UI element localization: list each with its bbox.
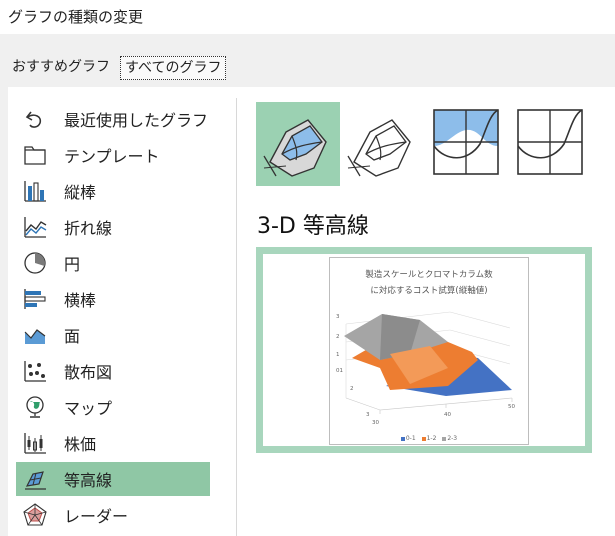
legend-entry: 2-3: [442, 435, 457, 442]
title-bar: グラフの種類の変更: [0, 0, 615, 34]
nav-item-line[interactable]: 折れ線: [16, 210, 210, 244]
nav-item-label: 縦棒: [64, 183, 97, 202]
depth-tick: 30: [372, 420, 379, 426]
depth-tick: 3: [366, 412, 370, 418]
contour-icon: [433, 109, 499, 175]
column-chart-icon: [24, 181, 46, 202]
nav-item-label: マップ: [64, 399, 113, 418]
chart-area: 製造スケールとクロマトカラム数 に対応するコスト試算(縦軸値) 3 2 1 01…: [329, 257, 529, 445]
nav-item-bar[interactable]: 横棒: [16, 282, 210, 316]
bar-chart-icon: [24, 289, 46, 309]
recent-icon: [25, 111, 42, 128]
chart-legend: 0-1 1-2 2-3: [330, 435, 528, 442]
legend-swatch: [442, 436, 447, 441]
nav-item-label: テンプレート: [64, 147, 160, 166]
stock-chart-icon: [24, 433, 46, 454]
x-tick: 50: [508, 404, 515, 410]
nav-item-scatter[interactable]: 散布図: [16, 354, 210, 388]
nav-item-label: 円: [64, 255, 81, 274]
nav-item-label: 横棒: [64, 291, 97, 310]
area-chart-icon: [24, 329, 46, 344]
subtype-contour[interactable]: [424, 102, 508, 186]
z-tick: 2: [336, 334, 340, 340]
3d-surface-icon: [263, 119, 327, 177]
z-tick: 01: [336, 368, 343, 374]
legend-entry: 1-2: [421, 435, 436, 442]
nav-item-label: 等高線: [64, 471, 113, 490]
nav-item-stock[interactable]: 株価: [16, 426, 210, 460]
tab-all-charts[interactable]: すべてのグラフ: [120, 56, 227, 80]
x-tick: 40: [444, 412, 451, 418]
nav-item-column[interactable]: 縦棒: [16, 174, 210, 208]
subtype-3d-surface[interactable]: [256, 102, 340, 186]
3d-wireframe-surface-icon: [347, 119, 411, 177]
nav-item-recent[interactable]: 最近使用したグラフ: [16, 102, 210, 136]
subtype-3d-wireframe[interactable]: [340, 102, 424, 186]
preview-below-area: [256, 460, 592, 536]
legend-swatch: [400, 436, 405, 441]
chart-preview-canvas: 製造スケールとクロマトカラム数 に対応するコスト試算(縦軸値) 3 2 1 01…: [263, 254, 585, 446]
folder-icon: [24, 146, 46, 165]
pane-divider: [236, 98, 237, 536]
nav-item-label: 株価: [64, 435, 97, 454]
pie-chart-icon: [24, 252, 46, 274]
surface-plot: 3 2 1 01 2 3 30 40 50: [336, 311, 515, 426]
legend-swatch: [421, 436, 426, 441]
subtype-title: 3-D 等高線: [257, 214, 369, 239]
nav-item-label: レーダー: [64, 507, 129, 526]
nav-item-label: 面: [64, 327, 81, 346]
nav-item-label: 最近使用したグラフ: [64, 111, 209, 130]
z-tick: 3: [336, 314, 340, 320]
nav-item-surface[interactable]: 等高線: [16, 462, 210, 496]
tab-recommended[interactable]: おすすめグラフ: [8, 56, 114, 78]
subtype-gallery: [256, 102, 592, 186]
chart-preview[interactable]: 製造スケールとクロマトカラム数 に対応するコスト試算(縦軸値) 3 2 1 01…: [256, 247, 592, 453]
window-title: グラフの種類の変更: [8, 8, 144, 26]
wireframe-contour-icon: [517, 109, 583, 175]
nav-item-label: 散布図: [64, 363, 113, 382]
radar-chart-icon: [23, 503, 47, 526]
nav-item-area[interactable]: 面: [16, 318, 210, 352]
surface-chart-icon: [25, 471, 46, 490]
legend-entry: 0-1: [400, 435, 416, 442]
z-tick: 2: [350, 386, 354, 392]
z-tick: 1: [336, 352, 340, 358]
nav-item-map[interactable]: マップ: [16, 390, 210, 424]
nav-item-label: 折れ線: [64, 219, 113, 238]
nav-item-radar[interactable]: レーダー: [16, 498, 210, 532]
map-chart-icon: [26, 396, 44, 418]
nav-item-template[interactable]: テンプレート: [16, 138, 210, 172]
nav-item-pie[interactable]: 円: [16, 246, 210, 280]
subtype-wireframe-contour[interactable]: [508, 102, 592, 186]
scatter-chart-icon: [24, 361, 46, 382]
line-chart-icon: [24, 217, 47, 238]
